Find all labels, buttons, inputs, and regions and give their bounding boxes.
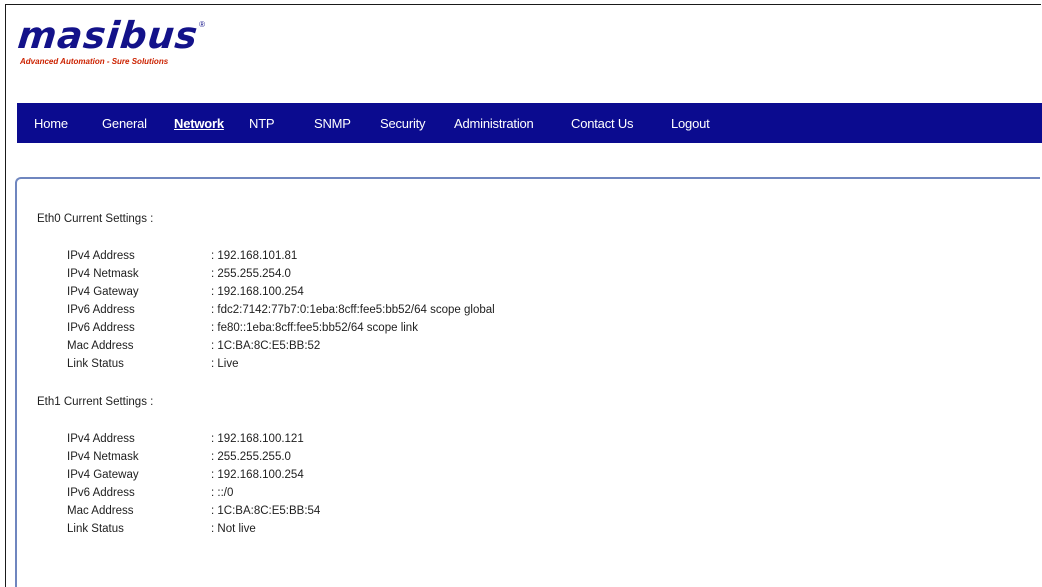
setting-label: IPv6 Address (67, 487, 135, 499)
setting-value: 192.168.100.121 (211, 433, 303, 445)
nav-security[interactable]: Security (380, 116, 426, 131)
nav-snmp[interactable]: SNMP (314, 116, 351, 131)
setting-value: fdc2:7142:77b7:0:1eba:8cff:fee5:bb52/64 … (211, 304, 494, 316)
setting-label: IPv4 Netmask (67, 451, 139, 463)
nav-logout[interactable]: Logout (671, 116, 710, 131)
setting-label: Mac Address (67, 505, 134, 517)
nav-general[interactable]: General (102, 116, 147, 131)
eth1-row: Mac Address 1C:BA:8C:E5:BB:54 (17, 505, 1017, 523)
masibus-logo: masibus® Advanced Automation - Sure Solu… (15, 14, 205, 66)
eth1-row: IPv4 Address 192.168.100.121 (17, 433, 1017, 451)
logo-tagline: Advanced Automation - Sure Solutions (20, 57, 169, 66)
eth0-row: IPv4 Address 192.168.101.81 (17, 250, 1017, 268)
eth1-row: IPv6 Address ::/0 (17, 487, 1017, 505)
network-settings-panel: Eth0 Current Settings : IPv4 Address 192… (15, 177, 1040, 587)
eth0-section-title: Eth0 Current Settings : (37, 213, 154, 225)
setting-label: IPv6 Address (67, 322, 135, 334)
setting-value: 255.255.254.0 (211, 268, 291, 280)
setting-value: 192.168.100.254 (211, 286, 303, 298)
nav-ntp[interactable]: NTP (249, 116, 275, 131)
logo-wordmark: masibus (15, 14, 201, 57)
setting-label: IPv6 Address (67, 304, 135, 316)
nav-network[interactable]: Network (174, 116, 224, 131)
logo-registered-mark: ® (199, 20, 205, 29)
setting-value: ::/0 (211, 487, 233, 499)
eth0-row: Link Status Live (17, 358, 1017, 376)
setting-label: Link Status (67, 358, 124, 370)
setting-label: Link Status (67, 523, 124, 535)
main-nav-bar: Home General Network NTP SNMP Security A… (17, 103, 1042, 143)
eth0-row: IPv6 Address fdc2:7142:77b7:0:1eba:8cff:… (17, 304, 1017, 322)
eth1-row: IPv4 Gateway 192.168.100.254 (17, 469, 1017, 487)
setting-value: Not live (211, 523, 255, 535)
eth1-row: Link Status Not live (17, 523, 1017, 541)
nav-administration[interactable]: Administration (454, 116, 534, 131)
setting-value: Live (211, 358, 238, 370)
setting-label: Mac Address (67, 340, 134, 352)
setting-label: IPv4 Netmask (67, 268, 139, 280)
setting-label: IPv4 Address (67, 250, 135, 262)
nav-home[interactable]: Home (34, 116, 68, 131)
eth0-row: IPv6 Address fe80::1eba:8cff:fee5:bb52/6… (17, 322, 1017, 340)
setting-value: 255.255.255.0 (211, 451, 291, 463)
setting-value: 1C:BA:8C:E5:BB:54 (211, 505, 320, 517)
setting-value: 192.168.100.254 (211, 469, 303, 481)
eth0-row: Mac Address 1C:BA:8C:E5:BB:52 (17, 340, 1017, 358)
setting-label: IPv4 Gateway (67, 469, 139, 481)
setting-value: 192.168.101.81 (211, 250, 297, 262)
setting-label: IPv4 Gateway (67, 286, 139, 298)
eth0-row: IPv4 Netmask 255.255.254.0 (17, 268, 1017, 286)
eth1-row: IPv4 Netmask 255.255.255.0 (17, 451, 1017, 469)
eth0-row: IPv4 Gateway 192.168.100.254 (17, 286, 1017, 304)
setting-label: IPv4 Address (67, 433, 135, 445)
setting-value: fe80::1eba:8cff:fee5:bb52/64 scope link (211, 322, 418, 334)
nav-contact-us[interactable]: Contact Us (571, 116, 634, 131)
eth1-section-title: Eth1 Current Settings : (37, 396, 154, 408)
setting-value: 1C:BA:8C:E5:BB:52 (211, 340, 320, 352)
